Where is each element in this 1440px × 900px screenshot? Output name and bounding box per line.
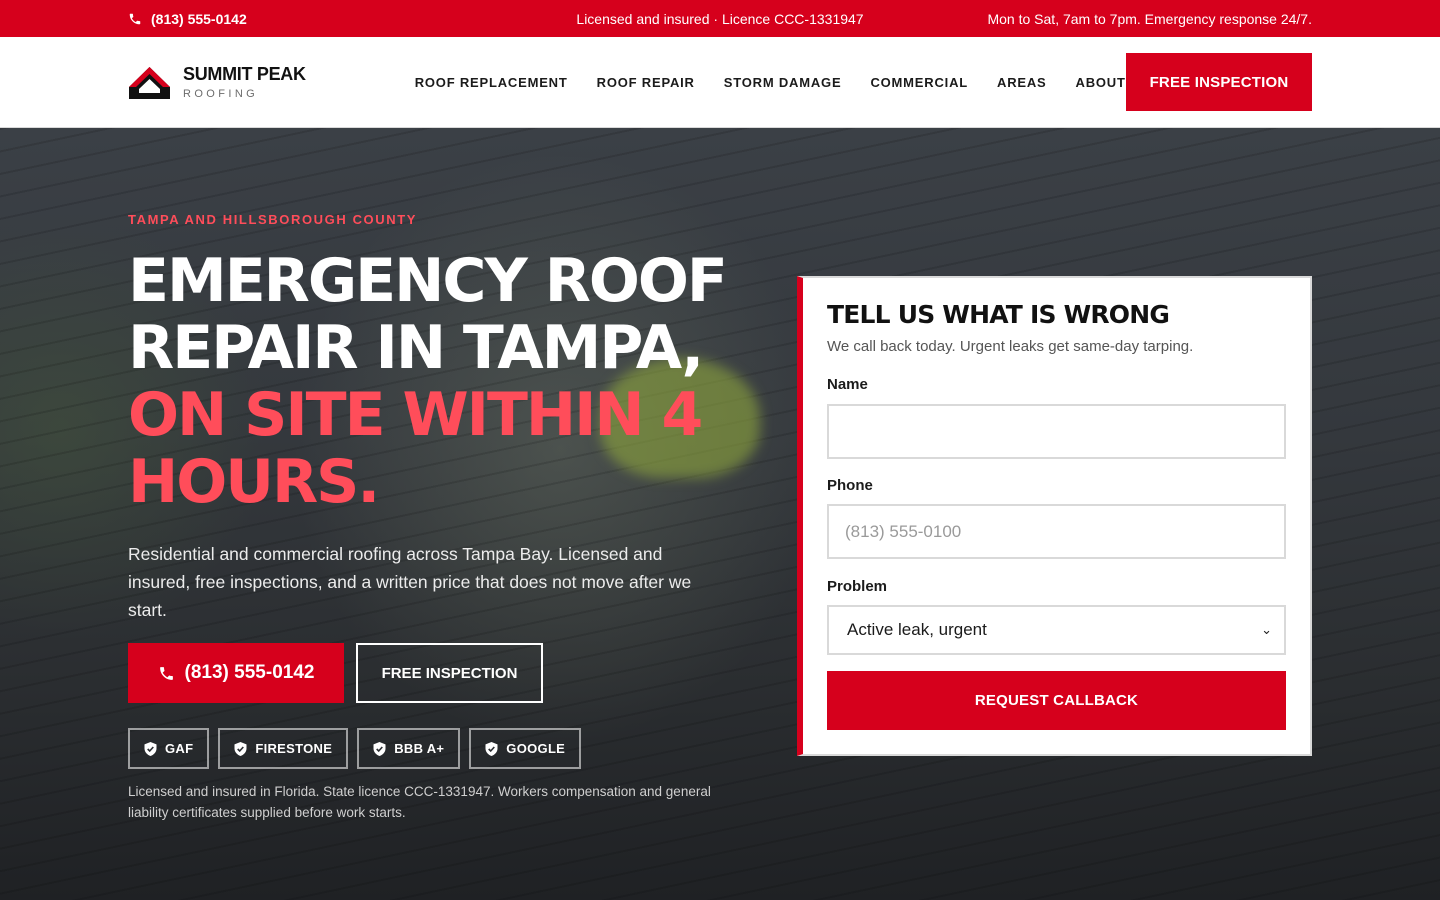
headline-accent: ON SITE WITHIN 4 HOURS.: [128, 380, 703, 517]
badge-label: GAF: [165, 741, 194, 756]
hero-description: Residential and commercial roofing acros…: [128, 544, 692, 620]
brand-subtitle: ROOFING: [183, 87, 259, 100]
hero-headline: EMERGENCY ROOF REPAIR IN TAMPA, ON SITE …: [128, 248, 748, 516]
hero-section: TAMPA AND HILLSBOROUGH COUNTY EMERGENCY …: [0, 128, 1440, 900]
free-inspection-header-button[interactable]: FREE INSPECTION: [1126, 53, 1312, 111]
badge-firestone: FIRESTONE: [218, 728, 349, 769]
shield-check-icon: [234, 741, 247, 756]
topbar-phone-number: (813) 555-0142: [151, 10, 247, 27]
badge-google: GOOGLE: [469, 728, 582, 769]
nav-storm-damage[interactable]: STORM DAMAGE: [724, 75, 842, 90]
roof-logo-icon: [129, 67, 170, 99]
site-header: SUMMIT PEAK ROOFING ROOF REPLACEMENT ROO…: [0, 37, 1440, 128]
callback-form-card: TELL US WHAT IS WRONG We call back today…: [797, 276, 1312, 756]
call-phone-label: (813) 555-0142: [184, 662, 315, 683]
nav-about[interactable]: ABOUT: [1076, 75, 1126, 90]
phone-label: Phone: [827, 477, 873, 494]
licence-disclaimer: Licensed and insured in Florida. State l…: [128, 784, 711, 820]
chevron-down-icon: ⌄: [1261, 622, 1272, 637]
problem-select[interactable]: Active leak, urgent ⌄: [827, 605, 1286, 655]
trust-badges: GAF FIRESTONE BBB A+ GOOGLE: [128, 728, 582, 769]
brand-name: SUMMIT PEAK: [183, 63, 306, 84]
headline-plain: EMERGENCY ROOF REPAIR IN TAMPA,: [128, 246, 728, 383]
badge-label: GOOGLE: [506, 741, 566, 756]
call-phone-button[interactable]: (813) 555-0142: [128, 643, 344, 703]
badge-label: BBB A+: [394, 741, 445, 756]
nav-commercial[interactable]: COMMERCIAL: [870, 75, 968, 90]
nav-areas[interactable]: AREAS: [997, 75, 1047, 90]
form-title: TELL US WHAT IS WRONG: [827, 300, 1170, 329]
hero-eyebrow: TAMPA AND HILLSBOROUGH COUNTY: [128, 212, 418, 227]
problem-selected-value: Active leak, urgent: [847, 620, 987, 639]
free-inspection-hero-button[interactable]: FREE INSPECTION: [356, 643, 543, 703]
phone-icon: [159, 666, 173, 680]
topbar-hours: Mon to Sat, 7am to 7pm. Emergency respon…: [987, 10, 1312, 27]
badge-bbb: BBB A+: [357, 728, 461, 769]
shield-check-icon: [144, 741, 157, 756]
shield-check-icon: [373, 741, 386, 756]
shield-check-icon: [485, 741, 498, 756]
nav-roof-replacement[interactable]: ROOF REPLACEMENT: [415, 75, 568, 90]
badge-label: FIRESTONE: [255, 741, 333, 756]
nav-roof-repair[interactable]: ROOF REPAIR: [597, 75, 695, 90]
request-callback-button[interactable]: REQUEST CALLBACK: [827, 671, 1286, 730]
main-nav: ROOF REPLACEMENT ROOF REPAIR STORM DAMAG…: [415, 75, 1126, 90]
logo[interactable]: SUMMIT PEAK ROOFING: [128, 65, 306, 100]
badge-gaf: GAF: [128, 728, 210, 769]
name-label: Name: [827, 376, 868, 393]
name-input[interactable]: [827, 404, 1286, 459]
top-bar: (813) 555-0142 Licensed and insured · Li…: [0, 0, 1440, 37]
form-subtitle: We call back today. Urgent leaks get sam…: [827, 338, 1194, 355]
phone-input[interactable]: [827, 504, 1286, 559]
phone-icon: [129, 13, 141, 24]
topbar-phone-link[interactable]: (813) 555-0142: [128, 11, 247, 27]
problem-label: Problem: [827, 578, 888, 595]
